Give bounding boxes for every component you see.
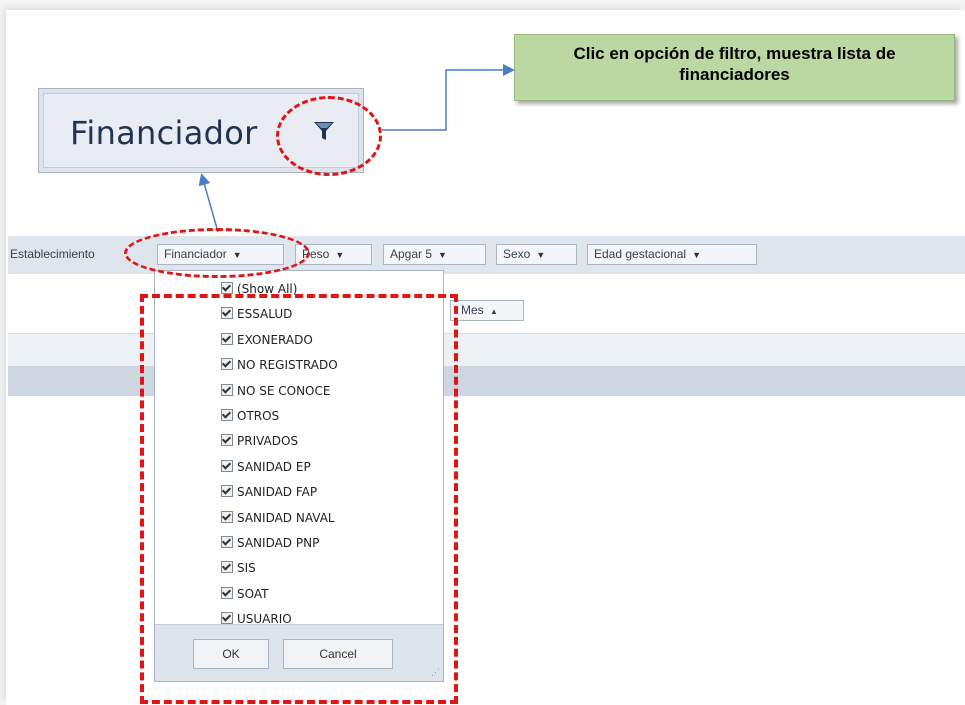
zoomed-chip-label: Financiador	[70, 114, 258, 152]
filter-arrow-icon[interactable]: ▼	[438, 250, 447, 260]
highlight-ellipse-financiador	[124, 228, 310, 278]
highlight-ellipse-filter-icon	[276, 96, 382, 176]
callout-line-2: financiadores	[679, 65, 790, 84]
sexo-field-button[interactable]: Sexo ▼	[496, 244, 577, 265]
filter-arrow-icon[interactable]: ▼	[335, 250, 344, 260]
callout-box: Clic en opción de filtro, muestra lista …	[514, 34, 955, 101]
callout-line-1: Clic en opción de filtro, muestra lista …	[573, 44, 896, 63]
sort-arrow-icon[interactable]: ▲	[490, 307, 498, 316]
highlight-rect-list	[140, 294, 458, 704]
edad-gestacional-field-label: Edad gestacional	[594, 247, 687, 261]
mes-field-button[interactable]: Mes ▲	[450, 300, 524, 321]
sexo-field-label: Sexo	[503, 247, 531, 261]
checkbox[interactable]	[221, 282, 233, 294]
filter-arrow-icon[interactable]: ▼	[692, 250, 701, 260]
apgar-field-button[interactable]: Apgar 5 ▼	[383, 244, 486, 265]
establecimiento-field[interactable]: Establecimiento	[10, 245, 95, 264]
apgar-field-label: Apgar 5	[390, 247, 433, 261]
edad-gestacional-field-button[interactable]: Edad gestacional ▼	[587, 244, 757, 265]
filter-arrow-icon[interactable]: ▼	[536, 250, 545, 260]
mes-field-label: Mes	[461, 303, 484, 317]
